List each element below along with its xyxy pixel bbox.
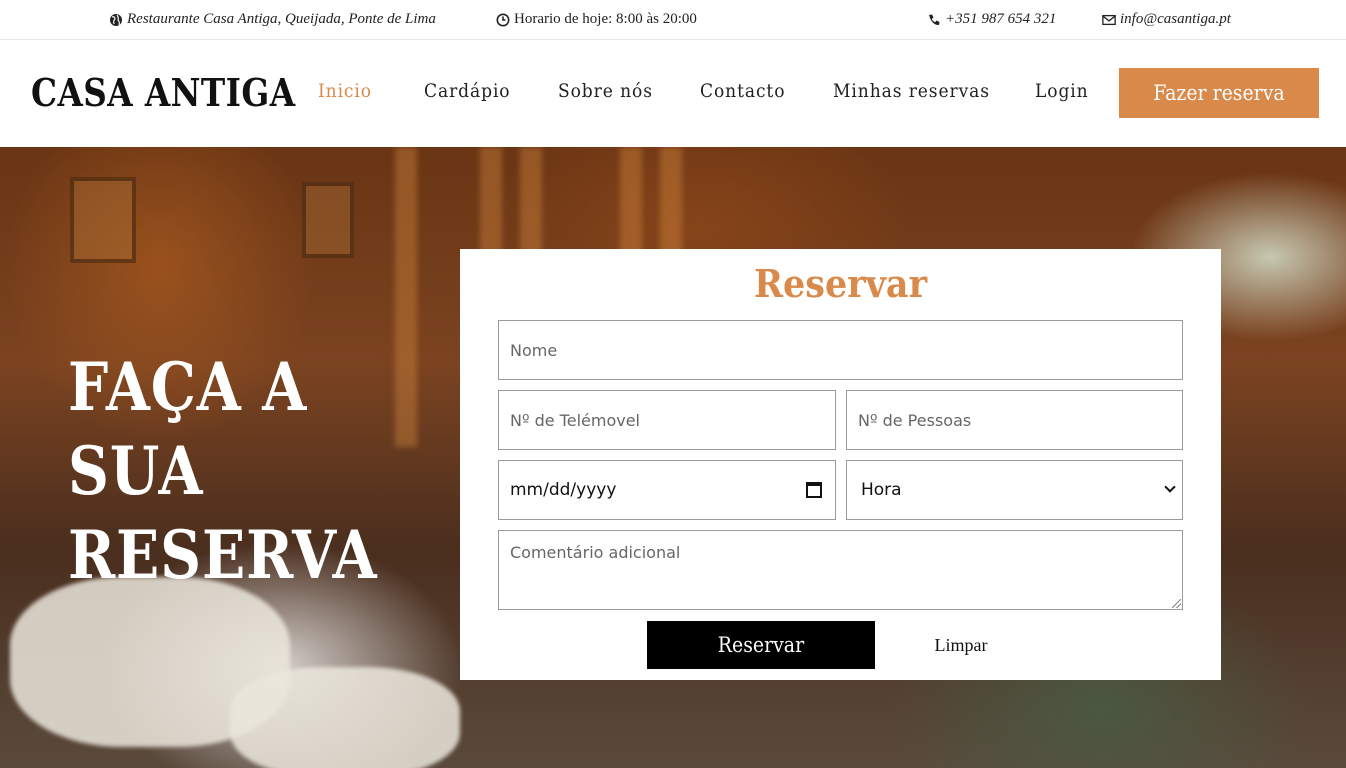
hours-info: Horario de hoje: 8:00 às 20:00 — [496, 11, 697, 28]
top-info-bar: Restaurante Casa Antiga, Queijada, Ponte… — [0, 0, 1346, 40]
calendar-icon[interactable] — [806, 482, 822, 498]
nav-link-contacto[interactable]: Contacto — [700, 80, 785, 102]
site-logo[interactable]: CASA ANTIGA — [31, 70, 296, 115]
reservation-form: Reservar mm/dd/yyyy Hora Reservar Limpar — [460, 249, 1221, 680]
hero-title: FAÇA A SUA RESERVA — [68, 345, 378, 597]
hero-title-line: FAÇA A — [68, 348, 308, 426]
hours-text: Horario de hoje: 8:00 às 20:00 — [514, 11, 697, 27]
phone-text[interactable]: +351 987 654 321 — [945, 11, 1056, 28]
limpar-button[interactable]: Limpar — [915, 631, 1007, 659]
main-navbar: CASA ANTIGA Inicio Cardápio Sobre nós Co… — [0, 40, 1346, 147]
date-value: mm/dd/yyyy — [510, 480, 617, 500]
submit-label: Reservar — [717, 633, 805, 657]
background-decor — [395, 147, 417, 447]
fazer-reserva-button[interactable]: Fazer reserva — [1119, 68, 1319, 118]
comment-textarea[interactable] — [498, 530, 1183, 610]
nav-link-inicio[interactable]: Inicio — [318, 80, 372, 102]
clock-icon — [496, 13, 510, 26]
nav-link-minhas-reservas[interactable]: Minhas reservas — [833, 80, 990, 102]
phone-icon — [929, 14, 940, 25]
date-input[interactable]: mm/dd/yyyy — [498, 460, 836, 520]
nav-link-cardapio[interactable]: Cardápio — [424, 80, 511, 102]
globe-icon — [110, 13, 122, 26]
address-text: Restaurante Casa Antiga, Queijada, Ponte… — [127, 11, 436, 27]
form-title: Reservar — [753, 261, 928, 306]
background-table — [230, 667, 460, 768]
background-frame — [70, 177, 136, 263]
email-info[interactable]: info@casantiga.pt — [1102, 11, 1231, 28]
address-info: Restaurante Casa Antiga, Queijada, Ponte… — [109, 11, 436, 28]
nav-link-sobre-nos[interactable]: Sobre nós — [558, 80, 653, 102]
time-select[interactable]: Hora — [846, 460, 1183, 520]
people-count-input[interactable] — [846, 390, 1183, 450]
envelope-icon — [1102, 14, 1116, 25]
time-select-value: Hora — [861, 480, 902, 500]
email-text[interactable]: info@casantiga.pt — [1120, 11, 1231, 28]
phone-input[interactable] — [498, 390, 836, 450]
resize-grip-icon[interactable] — [1172, 599, 1181, 608]
chevron-down-icon — [1164, 481, 1176, 493]
phone-info[interactable]: +351 987 654 321 — [927, 11, 1056, 28]
hero-title-line: RESERVA — [68, 516, 378, 594]
reservar-submit-button[interactable]: Reservar — [647, 621, 875, 669]
background-frame — [302, 182, 354, 258]
name-input[interactable] — [498, 320, 1183, 380]
fazer-reserva-label: Fazer reserva — [1153, 81, 1285, 105]
nav-link-login[interactable]: Login — [1035, 80, 1089, 102]
hero-title-line: SUA — [68, 432, 204, 510]
